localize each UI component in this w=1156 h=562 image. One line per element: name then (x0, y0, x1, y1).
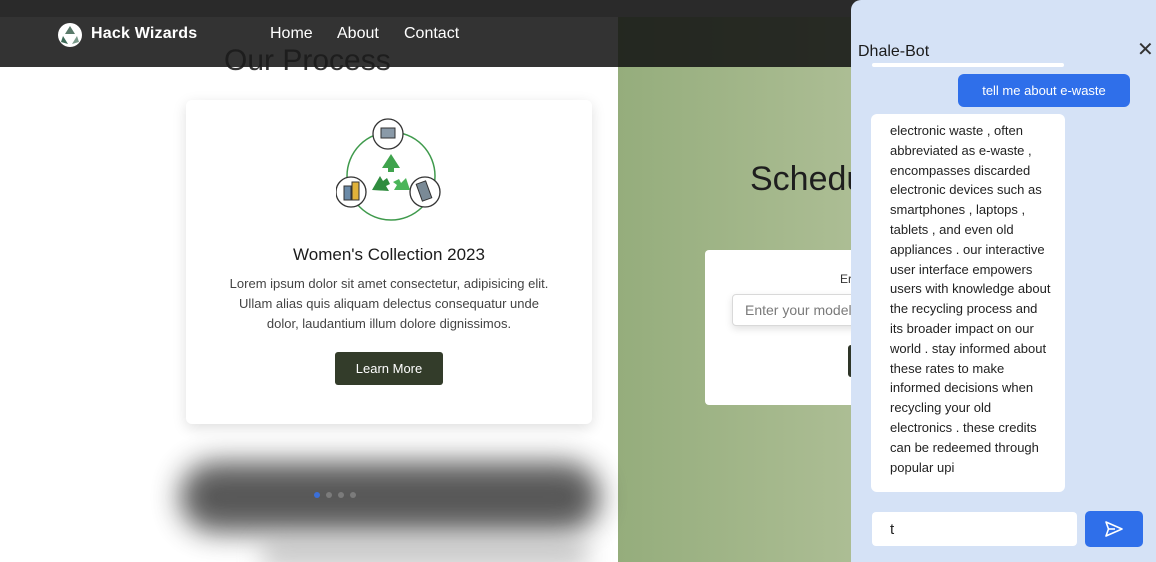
carousel-dot-4[interactable] (350, 492, 356, 498)
chat-divider (872, 63, 1064, 67)
card-title: Women's Collection 2023 (293, 245, 485, 264)
recycling-illustration-icon (336, 118, 441, 221)
nav-about[interactable]: About (337, 25, 379, 43)
user-message: tell me about e-waste (958, 74, 1130, 107)
nav-contact[interactable]: Contact (404, 25, 459, 43)
send-icon (1105, 521, 1123, 537)
carousel-dot-1[interactable] (314, 492, 320, 498)
card-description: Lorem ipsum dolor sit amet consectetur, … (229, 276, 549, 331)
nav-home[interactable]: Home (270, 25, 313, 43)
schedule-title: Schedu (750, 160, 866, 198)
chatbot-title: Dhale-Bot (858, 43, 930, 60)
brand-name[interactable]: Hack Wizards (91, 25, 197, 43)
carousel-shadow (180, 462, 600, 532)
send-button[interactable] (1085, 511, 1143, 547)
carousel-shadow-secondary (260, 540, 590, 562)
learn-more-button[interactable]: Learn More (335, 352, 443, 385)
bot-message: electronic waste , often abbreviated as … (871, 114, 1065, 492)
carousel-dot-2[interactable] (326, 492, 332, 498)
process-heading: Our Process (224, 44, 391, 77)
carousel-dot-3[interactable] (338, 492, 344, 498)
chat-input[interactable] (872, 512, 1077, 546)
close-icon[interactable]: ✕ (1137, 40, 1154, 60)
carousel-dots (314, 492, 356, 498)
recycle-logo-icon[interactable] (57, 22, 83, 48)
process-card: Women's Collection 2023 Lorem ipsum dolo… (186, 100, 592, 424)
